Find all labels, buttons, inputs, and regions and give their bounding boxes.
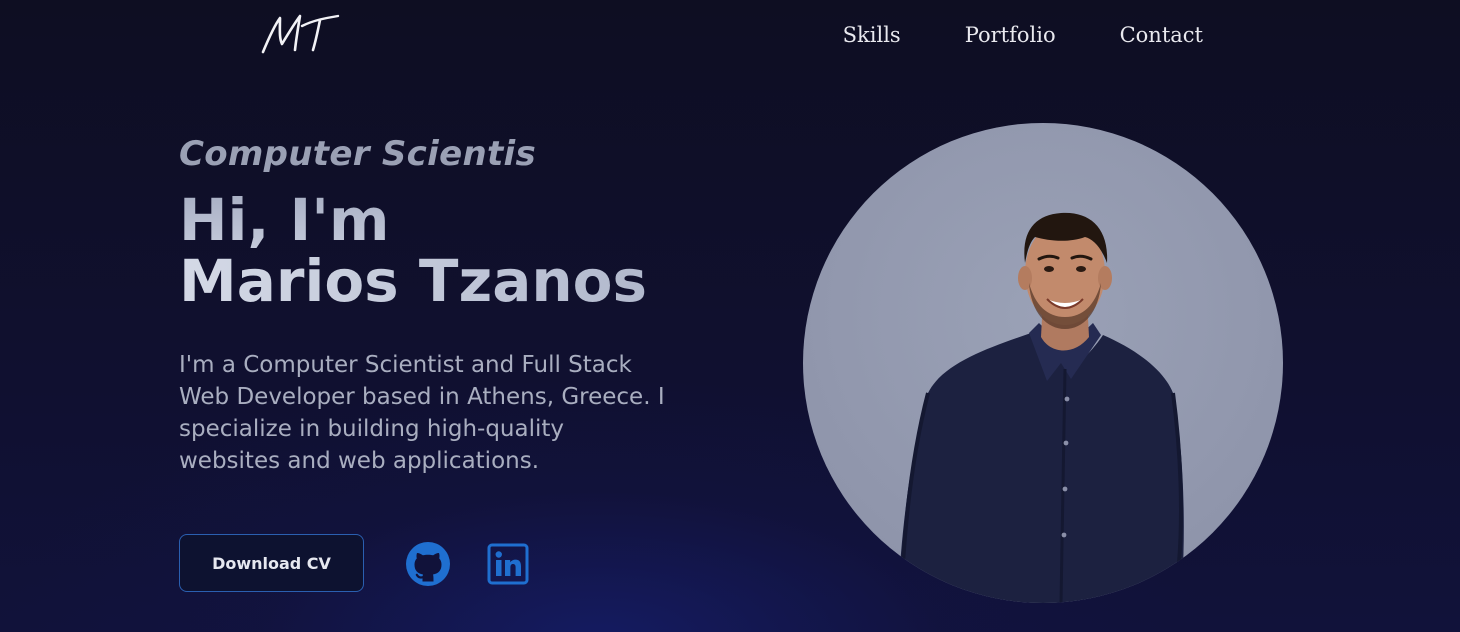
hero-intro: I'm a Computer Scientist and Full Stack … [179, 352, 665, 474]
profile-photo [803, 123, 1283, 603]
nav-portfolio[interactable]: Portfolio [965, 20, 1056, 50]
github-link[interactable] [405, 541, 451, 587]
github-icon [406, 542, 450, 586]
linkedin-link[interactable] [487, 543, 529, 585]
logo-signature [261, 14, 340, 54]
nav-skills[interactable]: Skills [843, 20, 901, 50]
nav-contact[interactable]: Contact [1120, 20, 1203, 50]
hero-subtitle: Computer Scientis [179, 134, 537, 174]
hero-greeting: Hi, I'm [179, 190, 647, 251]
hero-name: Marios Tzanos [179, 247, 648, 315]
hero-headline: Hi, I'm Marios Tzanos [179, 190, 647, 312]
person-illustration [898, 212, 1184, 603]
logo[interactable] [258, 10, 340, 58]
download-cv-button[interactable]: Download CV [179, 534, 364, 592]
linkedin-icon [487, 543, 529, 585]
main-nav: Skills Portfolio Contact [843, 20, 1203, 50]
